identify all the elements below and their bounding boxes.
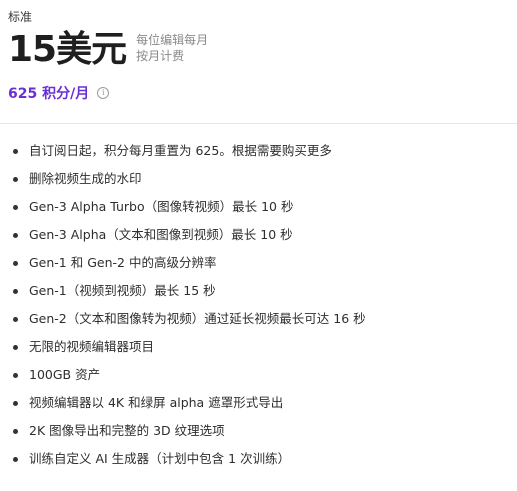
bullet-icon — [13, 233, 18, 238]
feature-item: Gen-3 Alpha Turbo（图像转视频）最长 10 秒 — [12, 196, 366, 224]
feature-item: Gen-2（文本和图像转为视频）通过延长视频最长可达 16 秒 — [12, 308, 366, 336]
feature-item: Gen-3 Alpha（文本和图像到视频）最长 10 秒 — [12, 224, 366, 252]
feature-text: 训练自定义 AI 生成器（计划中包含 1 次训练） — [29, 451, 291, 466]
feature-text: Gen-1（视频到视频）最长 15 秒 — [29, 283, 216, 298]
feature-text: Gen-3 Alpha（文本和图像到视频）最长 10 秒 — [29, 227, 293, 242]
bullet-icon — [13, 177, 18, 182]
feature-list: 自订阅日起，积分每月重置为 625。根据需要购买更多 删除视频生成的水印 Gen… — [12, 140, 366, 476]
feature-item: Gen-1 和 Gen-2 中的高级分辨率 — [12, 252, 366, 280]
bullet-icon — [13, 345, 18, 350]
info-icon[interactable]: i — [97, 87, 110, 99]
bullet-icon — [13, 149, 18, 154]
feature-text: Gen-2（文本和图像转为视频）通过延长视频最长可达 16 秒 — [29, 311, 366, 326]
plan-name: 标准 — [8, 10, 33, 24]
bullet-icon — [13, 261, 18, 266]
price-note: 每位编辑每月 按月计费 — [136, 32, 208, 64]
feature-item: 训练自定义 AI 生成器（计划中包含 1 次训练） — [12, 448, 366, 476]
feature-text: 删除视频生成的水印 — [29, 171, 142, 186]
price-note-per-editor: 每位编辑每月 — [136, 33, 209, 47]
bullet-icon — [13, 457, 18, 462]
feature-item: 删除视频生成的水印 — [12, 168, 366, 196]
divider — [0, 123, 517, 124]
feature-text: 自订阅日起，积分每月重置为 625。根据需要购买更多 — [29, 143, 332, 158]
bullet-icon — [13, 373, 18, 378]
credits-row: 625 积分/月 i — [8, 83, 110, 103]
feature-text: Gen-1 和 Gen-2 中的高级分辨率 — [29, 255, 217, 270]
bullet-icon — [13, 205, 18, 210]
price-row: 15美元 每位编辑每月 按月计费 — [8, 30, 208, 70]
credits-per-month: 625 积分/月 — [8, 86, 90, 102]
bullet-icon — [13, 429, 18, 434]
feature-item: 视频编辑器以 4K 和绿屏 alpha 遮罩形式导出 — [12, 392, 366, 420]
plan-price: 15美元 — [8, 29, 127, 70]
bullet-icon — [13, 401, 18, 406]
feature-item: Gen-1（视频到视频）最长 15 秒 — [12, 280, 366, 308]
price-note-billing: 按月计费 — [136, 49, 185, 63]
feature-text: 100GB 资产 — [29, 367, 101, 382]
bullet-icon — [13, 317, 18, 322]
feature-text: 2K 图像导出和完整的 3D 纹理选项 — [29, 423, 225, 438]
feature-item: 2K 图像导出和完整的 3D 纹理选项 — [12, 420, 366, 448]
feature-item: 无限的视频编辑器项目 — [12, 336, 366, 364]
bullet-icon — [13, 289, 18, 294]
feature-text: 无限的视频编辑器项目 — [29, 339, 155, 354]
feature-text: 视频编辑器以 4K 和绿屏 alpha 遮罩形式导出 — [29, 395, 284, 410]
feature-text: Gen-3 Alpha Turbo（图像转视频）最长 10 秒 — [29, 199, 294, 214]
feature-item: 自订阅日起，积分每月重置为 625。根据需要购买更多 — [12, 140, 366, 168]
feature-item: 100GB 资产 — [12, 364, 366, 392]
